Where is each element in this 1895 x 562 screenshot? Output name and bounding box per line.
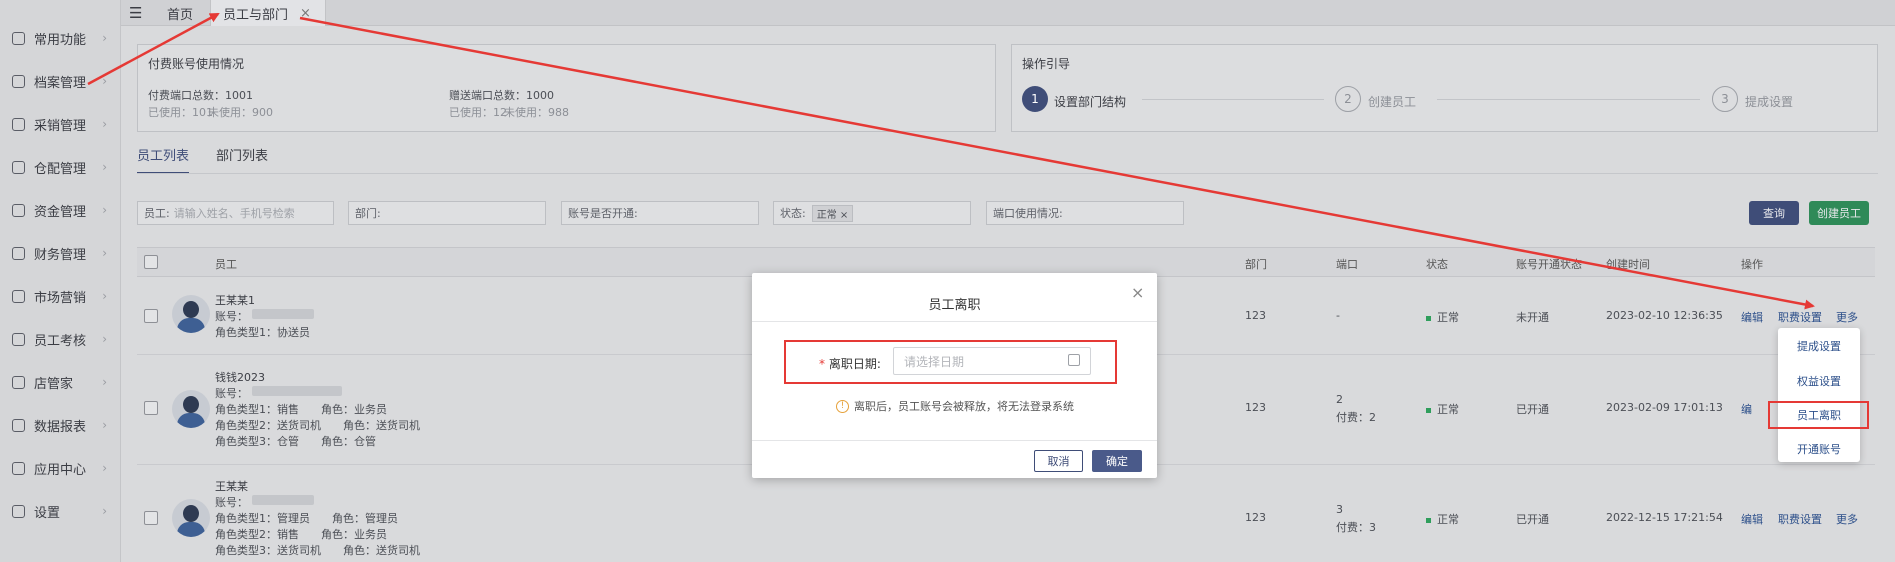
arrow-to-settings bbox=[299, 16, 1815, 310]
annotation-arrows bbox=[87, 12, 1815, 310]
arrow-to-tab bbox=[87, 12, 220, 86]
